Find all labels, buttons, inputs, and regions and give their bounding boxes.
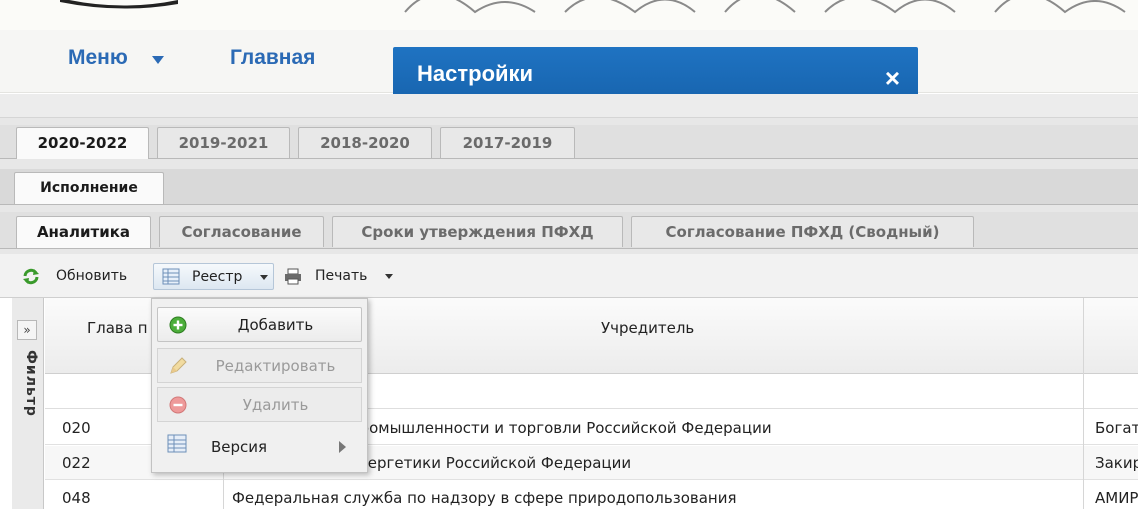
nav-home[interactable]: Главная bbox=[230, 46, 315, 70]
tab-execution[interactable]: Исполнение bbox=[14, 172, 164, 204]
tab-year-2018-2020[interactable]: 2018-2020 bbox=[298, 127, 432, 158]
cell-extra: Закир bbox=[1095, 454, 1138, 472]
filter-label[interactable]: Фильтр bbox=[15, 350, 39, 420]
expand-filter-button[interactable]: » bbox=[17, 320, 37, 340]
nav-tab-settings-label: Настройки bbox=[417, 61, 534, 86]
chevron-down-icon bbox=[260, 275, 268, 280]
add-icon bbox=[169, 316, 187, 334]
tab-analytics[interactable]: Аналитика bbox=[16, 216, 151, 248]
table-icon bbox=[162, 268, 180, 285]
menu-item-edit-label: Редактировать bbox=[215, 357, 336, 375]
tab-pfhd-approval-summary[interactable]: Согласование ПФХД (Сводный) bbox=[631, 216, 974, 247]
registry-menu: Добавить Редактировать Удалить Версия bbox=[151, 298, 368, 473]
chevron-right-icon bbox=[339, 441, 346, 453]
header-banner bbox=[0, 0, 1138, 30]
filter-panel: » Фильтр bbox=[12, 298, 44, 509]
cell-founder: Федеральная служба по надзору в сфере пр… bbox=[232, 489, 737, 507]
chevron-down-icon[interactable] bbox=[152, 56, 164, 64]
menu-item-version-label: Версия bbox=[211, 438, 268, 456]
sub-tabstrip: Аналитика Согласование Сроки утверждения… bbox=[0, 212, 1138, 249]
menu-item-edit[interactable]: Редактировать bbox=[157, 348, 362, 383]
refresh-button[interactable]: Обновить bbox=[20, 263, 145, 290]
table-row[interactable]: 048 Федеральная служба по надзору в сфер… bbox=[45, 481, 1138, 509]
menu-item-add[interactable]: Добавить bbox=[157, 307, 362, 342]
chevron-down-icon bbox=[385, 274, 393, 279]
cell-extra: Богат bbox=[1095, 419, 1138, 437]
content-top-stripe bbox=[0, 94, 1138, 118]
menu-item-delete[interactable]: Удалить bbox=[157, 387, 362, 422]
logo-swoosh bbox=[60, 0, 178, 9]
main-navbar: Меню Главная Настройки × bbox=[0, 30, 1138, 124]
menu-item-delete-label: Удалить bbox=[242, 396, 309, 414]
year-tabstrip: 2020-2022 2019-2021 2018-2020 2017-2019 bbox=[0, 125, 1138, 159]
table-icon bbox=[167, 434, 187, 453]
cell-code: 048 bbox=[62, 489, 91, 507]
registry-button[interactable]: Реестр bbox=[153, 263, 274, 290]
pencil-icon bbox=[170, 357, 187, 374]
section-tabstrip: Исполнение bbox=[0, 169, 1138, 205]
printer-icon bbox=[285, 268, 301, 285]
toolbar: Обновить Реестр Печать bbox=[0, 254, 1138, 298]
column-header-chapter[interactable]: Глава п bbox=[87, 319, 148, 337]
print-label: Печать bbox=[315, 268, 368, 284]
nav-menu[interactable]: Меню bbox=[68, 46, 128, 70]
cell-extra: АМИР bbox=[1095, 489, 1138, 507]
tab-year-2020-2022[interactable]: 2020-2022 bbox=[16, 127, 149, 159]
refresh-label: Обновить bbox=[56, 268, 128, 284]
tab-pfhd-deadlines[interactable]: Сроки утверждения ПФХД bbox=[332, 216, 623, 247]
ornament-pattern bbox=[404, 0, 1126, 14]
column-divider bbox=[1083, 298, 1084, 509]
menu-item-add-label: Добавить bbox=[237, 316, 314, 334]
column-header-founder[interactable]: Учредитель bbox=[601, 319, 694, 337]
print-button[interactable]: Печать bbox=[282, 263, 397, 290]
tab-approval[interactable]: Согласование bbox=[159, 216, 324, 247]
menu-item-version[interactable]: Версия bbox=[157, 430, 362, 465]
refresh-icon bbox=[23, 268, 39, 285]
delete-icon bbox=[169, 396, 187, 414]
tab-year-2017-2019[interactable]: 2017-2019 bbox=[440, 127, 575, 158]
close-icon[interactable]: × bbox=[885, 65, 900, 91]
tab-year-2019-2021[interactable]: 2019-2021 bbox=[157, 127, 290, 158]
registry-label: Реестр bbox=[192, 269, 243, 285]
